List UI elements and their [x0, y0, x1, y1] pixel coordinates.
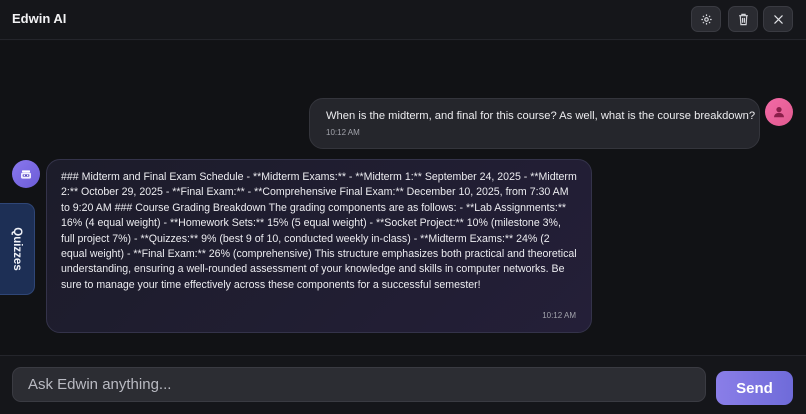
- app-title: Edwin AI: [12, 11, 67, 26]
- settings-button[interactable]: [691, 6, 721, 32]
- quizzes-tab-label: Quizzes: [11, 227, 23, 271]
- trash-icon: [738, 13, 748, 25]
- clear-chat-button[interactable]: [728, 6, 758, 32]
- assistant-message-text: ### Midterm and Final Exam Schedule - **…: [61, 171, 577, 291]
- user-avatar: [765, 98, 793, 126]
- chat-composer: Send: [0, 355, 806, 414]
- close-button[interactable]: [763, 6, 793, 32]
- user-message-timestamp: 10:12 AM: [326, 128, 360, 137]
- user-message-text: When is the midterm, and final for this …: [326, 110, 756, 122]
- gear-icon: [700, 13, 712, 25]
- assistant-message-timestamp: 10:12 AM: [542, 311, 576, 320]
- quizzes-side-tab[interactable]: Quizzes: [0, 203, 35, 295]
- assistant-avatar: [12, 160, 40, 188]
- close-icon: [773, 14, 783, 24]
- chat-input[interactable]: [12, 367, 706, 402]
- user-icon: [774, 107, 784, 118]
- robot-icon: [21, 170, 31, 179]
- message-list[interactable]: When is the midterm, and final for this …: [0, 41, 806, 355]
- assistant-message-bubble: ### Midterm and Final Exam Schedule - **…: [46, 159, 592, 333]
- send-button[interactable]: Send: [716, 371, 793, 405]
- app-header: Edwin AI: [0, 0, 806, 40]
- user-message-bubble: When is the midterm, and final for this …: [309, 98, 760, 149]
